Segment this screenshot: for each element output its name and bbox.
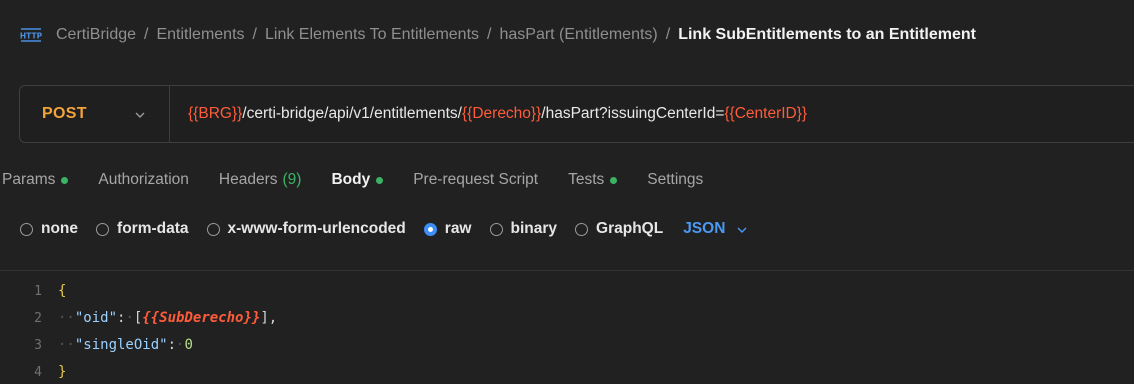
json-key: "singleOid" (74, 337, 168, 353)
active-indicator-dot (376, 176, 384, 184)
option-label: none (41, 220, 79, 237)
url-segment: /certi-bridge/api/v1/entitlements/ (242, 105, 462, 122)
breadcrumb-item-collection[interactable]: CertiBridge (56, 26, 136, 44)
url-variable: {{CenterID}} (724, 105, 808, 122)
breadcrumb-separator: / (665, 26, 671, 43)
tab-label: Tests (568, 171, 605, 188)
chevron-down-icon (737, 222, 747, 237)
http-request-icon: HTTP (20, 27, 42, 43)
json-template-variable: {{SubDerecho}} (142, 310, 261, 326)
tab-label: Authorization (98, 171, 189, 188)
tab-params[interactable]: Params (2, 160, 69, 200)
request-tabs: Params Authorization Headers (9) Body Pr… (0, 160, 733, 200)
tab-prerequest-script[interactable]: Pre-request Script (413, 160, 538, 200)
body-editor[interactable]: 1 { 2 ··"oid":·[{{SubDerecho}}], 3 ··"si… (0, 270, 1134, 380)
code-line: ··"singleOid":·0 (58, 337, 193, 353)
request-name[interactable]: Link SubEntitlements to an Entitlement (678, 26, 976, 44)
tab-settings[interactable]: Settings (647, 160, 703, 200)
breadcrumb-separator: / (487, 26, 492, 43)
radio-icon[interactable] (206, 222, 220, 236)
breadcrumb-item-haspart[interactable]: hasPart (Entitlements) (499, 26, 657, 44)
breadcrumb: HTTP CertiBridge / Entitlements / Link E… (0, 0, 1134, 70)
tab-headers[interactable]: Headers (9) (219, 160, 302, 200)
option-label: x-www-form-urlencoded (227, 220, 406, 237)
tab-label: Body (331, 171, 371, 188)
json-key: "oid" (74, 310, 118, 326)
radio-icon[interactable] (575, 222, 589, 236)
body-option-graphql[interactable]: GraphQL (575, 220, 663, 238)
url-segment: /hasPart?issuingCenterId= (541, 105, 725, 122)
option-label: form-data (117, 220, 189, 237)
language-select[interactable]: JSON (683, 220, 747, 238)
code-line: ··"oid":·[{{SubDerecho}}], (58, 310, 278, 326)
code-open-brace: { (58, 283, 67, 299)
body-option-urlencoded[interactable]: x-www-form-urlencoded (206, 220, 406, 238)
editor-line: 4 } (0, 360, 1134, 384)
svg-text:HTTP: HTTP (20, 32, 42, 41)
body-option-none[interactable]: none (20, 220, 78, 238)
option-label: GraphQL (596, 220, 664, 237)
active-indicator-dot (61, 176, 69, 184)
url-input[interactable]: {{BRG}}/certi-bridge/api/v1/entitlements… (170, 105, 807, 123)
line-number: 2 (34, 310, 42, 326)
editor-line: 1 { (0, 279, 1134, 303)
option-label: binary (510, 220, 558, 237)
breadcrumb-separator: / (144, 26, 149, 43)
editor-line: 3 ··"singleOid":·0 (0, 333, 1134, 357)
line-number: 3 (34, 337, 42, 353)
tab-label: Headers (218, 171, 278, 188)
body-option-raw[interactable]: raw (423, 220, 472, 238)
tab-label: Params (2, 171, 56, 188)
body-option-binary[interactable]: binary (489, 220, 558, 238)
radio-icon[interactable] (489, 222, 503, 236)
code-close-brace: } (58, 364, 67, 380)
language-label: JSON (683, 220, 726, 237)
editor-line: 2 ··"oid":·[{{SubDerecho}}], (0, 306, 1134, 330)
body-type-options: none form-data x-www-form-urlencoded raw… (0, 208, 747, 250)
radio-icon[interactable] (96, 222, 110, 236)
request-bar: POST {{BRG}}/certi-bridge/api/v1/entitle… (19, 85, 1134, 143)
tab-label: Settings (647, 171, 704, 188)
tab-label: Pre-request Script (413, 171, 539, 188)
tab-tests[interactable]: Tests (568, 160, 618, 200)
chevron-down-icon (135, 106, 145, 122)
tab-authorization[interactable]: Authorization (98, 160, 188, 200)
tab-body[interactable]: Body (331, 160, 384, 200)
radio-icon[interactable] (20, 222, 33, 236)
method-label: POST (42, 105, 87, 122)
breadcrumb-separator: / (252, 26, 257, 43)
url-variable: {{BRG}} (188, 105, 243, 122)
active-indicator-dot (610, 176, 618, 184)
headers-count: (9) (282, 171, 302, 188)
radio-checked-icon[interactable] (423, 222, 437, 236)
line-number: 4 (34, 364, 42, 380)
url-variable: {{Derecho}} (461, 105, 542, 122)
breadcrumb-item-entitlements[interactable]: Entitlements (156, 26, 244, 44)
body-option-form-data[interactable]: form-data (96, 220, 189, 238)
breadcrumb-item-link-elements[interactable]: Link Elements To Entitlements (265, 26, 479, 44)
option-label: raw (444, 220, 472, 237)
line-number: 1 (34, 283, 42, 299)
method-select[interactable]: POST (20, 86, 170, 142)
json-number-value: 0 (184, 337, 193, 353)
